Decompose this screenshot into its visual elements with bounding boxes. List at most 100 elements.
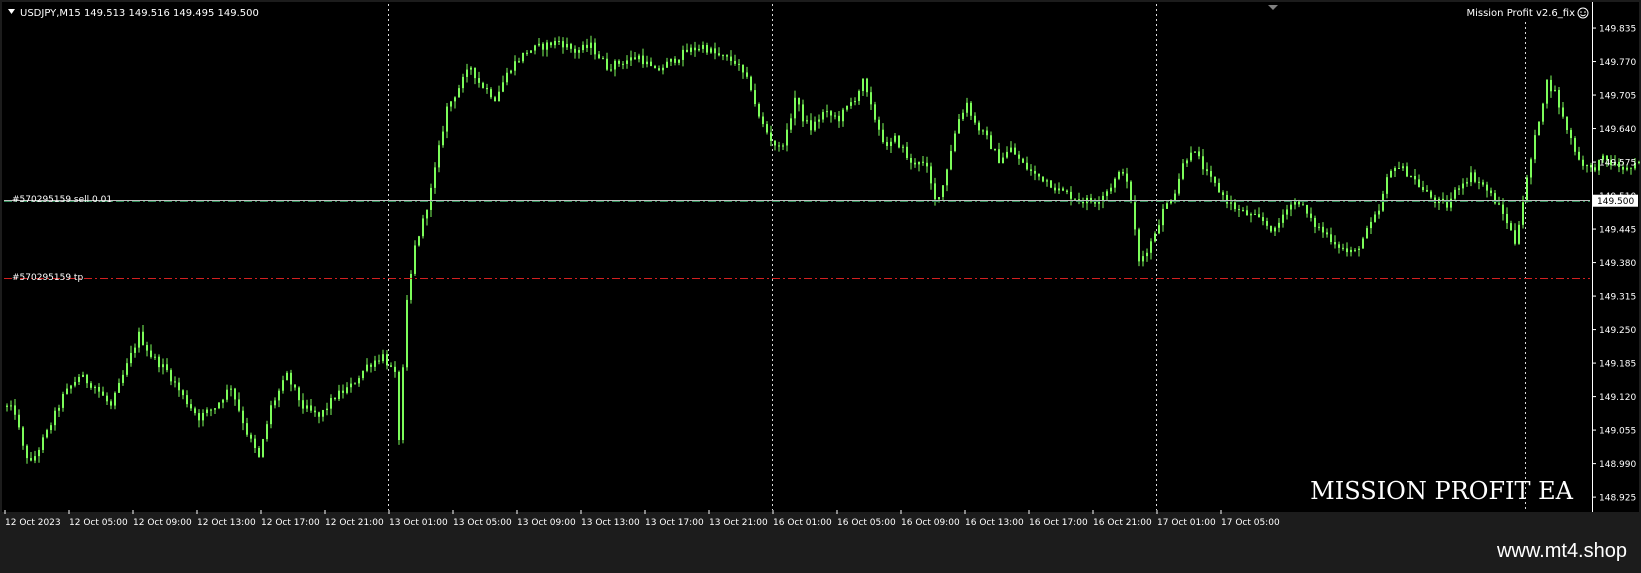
candle-body [866,78,868,93]
time-tick-label: 17 Oct 05:00 [1221,518,1280,528]
candle-body [1042,176,1044,182]
candle-body [1106,191,1108,196]
candle-body [26,445,28,459]
candle-body [1334,242,1336,245]
candle-body [66,388,68,394]
candle-body [510,70,512,73]
candle-body [1538,121,1540,136]
price-tick-label: 149.835 [1599,25,1636,35]
candle-body [126,363,128,375]
price-tick-label: 149.380 [1599,259,1636,269]
candle-body [466,69,468,77]
candle-body [290,372,292,385]
candle-body [522,52,524,62]
candle-body [974,115,976,123]
candle-body [670,58,672,62]
candle-body [598,54,600,59]
candle-body [886,142,888,146]
candle-body [1218,182,1220,193]
candle-body [1142,256,1144,262]
candle-body [242,410,244,424]
candle-body [986,130,988,136]
candle-body [1346,248,1348,253]
candle-body [1378,210,1380,215]
candle-body [1210,171,1212,177]
candle-body [202,412,204,421]
candle-body [1638,161,1640,163]
candle-body [1370,221,1372,229]
candle-body [374,360,376,367]
candle-body [1458,188,1460,190]
candle-body [1290,204,1292,210]
candle-body [590,42,592,48]
candle-body [638,55,640,60]
time-tick-label: 12 Oct 2023 [5,518,61,528]
candle-body [138,331,140,348]
candle-body [846,105,848,110]
candle-body [978,122,980,131]
candle-body [1226,194,1228,204]
candle-body [318,412,320,417]
time-tick-label: 12 Oct 13:00 [197,518,256,528]
candle-body [642,55,644,65]
candle-body [346,387,348,393]
candle-body [58,407,60,411]
candle-body [1066,190,1068,192]
candle-body [1090,197,1092,202]
candle-body [118,382,120,393]
candle-body [1194,151,1196,153]
candle-body [610,69,612,71]
candle-body [1374,214,1376,222]
watermark-text: MISSION PROFIT EA [1310,477,1573,505]
candle-body [946,169,948,186]
chart-svg: 149.835 149.770 149.705 149.640 149.575 149.5… [0,0,1641,569]
candle-body [814,121,816,131]
candle-body [254,438,256,448]
candle-body [734,60,736,64]
candle-body [1390,170,1392,178]
candle-body [1186,160,1188,164]
candle-body [534,45,536,51]
candle-body [366,364,368,371]
candle-body [690,47,692,52]
candle-body [622,63,624,65]
candle-body [1474,172,1476,182]
price-tick-label: 149.445 [1599,226,1636,236]
candle-body [710,48,712,53]
candle-body [278,390,280,401]
candle-body [854,101,856,103]
candle-body [1478,181,1480,183]
candle-body [1466,182,1468,184]
candle-body [702,44,704,49]
candle-body [430,187,432,210]
candle-body [1470,172,1472,183]
chart-background[interactable] [2,2,1639,512]
candle-body [338,390,340,400]
candle-body [298,387,300,401]
candle-body [1510,223,1512,231]
candle-body [818,119,820,122]
candle-body [98,386,100,392]
candle-body [130,352,132,364]
candle-body [1262,217,1264,222]
candle-body [446,106,448,132]
candle-body [186,395,188,405]
candle-body [1406,166,1408,177]
candle-body [394,366,396,372]
candle-body [210,409,212,411]
time-tick-label: 17 Oct 01:00 [1157,518,1216,528]
candle-body [1062,188,1064,191]
footer-site-link[interactable]: www.mt4.shop [1497,540,1627,563]
price-tick-label: 149.120 [1599,393,1636,403]
candle-body [1010,147,1012,152]
candle-body [1394,168,1396,171]
candle-body [1322,226,1324,233]
candle-body [270,405,272,425]
candle-body [1046,180,1048,182]
candle-body [1582,159,1584,166]
candle-body [1258,214,1260,218]
candle-body [554,40,556,46]
candle-body [370,364,372,367]
candle-body [810,120,812,131]
candle-body [146,345,148,351]
